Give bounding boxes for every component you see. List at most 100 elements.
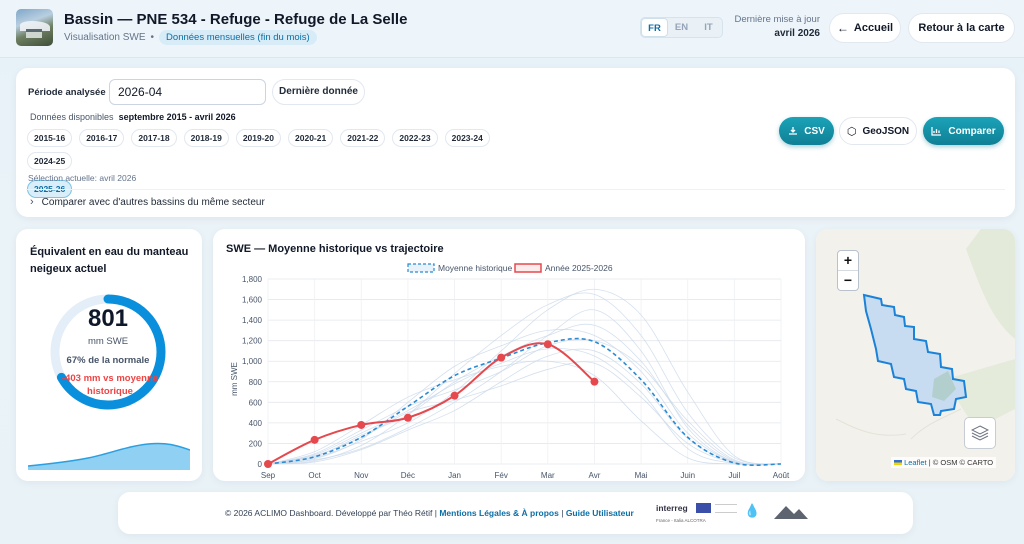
x-tick-label: Mai — [635, 471, 648, 480]
geojson-download-button[interactable]: ⬡ GeoJSON — [839, 117, 917, 145]
zoom-control: + − — [837, 250, 859, 291]
home-button[interactable]: ← Accueil — [829, 13, 901, 43]
x-tick-label: Fév — [495, 471, 508, 480]
app-header: Bassin — PNE 534 - Refuge - Refuge de La… — [0, 0, 1024, 58]
csv-label: CSV — [804, 125, 825, 137]
ukraine-flag-icon — [894, 460, 902, 465]
period-label: Période analysée — [28, 87, 106, 98]
compare-button[interactable]: Comparer — [923, 117, 1004, 145]
last-update-label: Dernière mise à jour — [734, 14, 820, 25]
season-chip[interactable]: 2024-25 — [27, 152, 73, 170]
swe-delta-value: -403 mm vs moyenne — [61, 373, 159, 384]
leaflet-link[interactable]: Leaflet — [904, 458, 927, 467]
swe-value: 801 — [87, 305, 129, 332]
y-tick-label: 1,400 — [242, 316, 263, 325]
arrow-left-icon: ← — [836, 21, 849, 35]
y-tick-label: 1,800 — [242, 275, 263, 284]
legend-swatch-historical — [407, 263, 435, 273]
historical-year-line — [267, 309, 782, 466]
download-icon — [789, 127, 798, 135]
compare-basins-label: Comparer avec d'autres bassins du même s… — [41, 196, 265, 208]
layers-button[interactable] — [964, 417, 996, 449]
y-tick-label: 1,200 — [242, 337, 263, 346]
interreg-logo-sub: France - Italia ALCOTRA — [656, 518, 706, 523]
season-chips: 2015-16 2016-17 2017-18 2018-19 2019-20 … — [27, 129, 537, 198]
geojson-label: GeoJSON — [862, 125, 910, 137]
x-tick-label: Mar — [541, 471, 555, 480]
home-button-label: Accueil — [853, 22, 894, 34]
swe-sparkline — [28, 442, 190, 470]
season-chip[interactable]: 2020-21 — [288, 129, 334, 147]
data-mode-pill: Données mensuelles (fin du mois) — [159, 30, 317, 45]
season-chip[interactable]: 2019-20 — [235, 129, 282, 147]
available-data: Données disponibles septembre 2015 - avr… — [30, 112, 236, 122]
season-chip[interactable]: 2018-19 — [183, 129, 229, 147]
swe-current-card: Équivalent en eau du manteau neigeux act… — [16, 229, 202, 481]
attribution-text: | © OSM © CARTO — [928, 458, 994, 467]
x-tick-label: Avr — [589, 471, 601, 480]
x-tick-label: Juin — [680, 471, 695, 480]
eu-flag-icon — [696, 503, 711, 513]
chart-legend: Moyenne historique Année 2025-2026 — [407, 263, 613, 273]
x-tick-label: Nov — [354, 471, 368, 480]
last-data-button[interactable]: Dernière donnée — [272, 79, 365, 105]
season-chip[interactable]: 2015-16 — [27, 129, 73, 147]
lang-en-button[interactable]: EN — [668, 18, 695, 37]
x-tick-label: Juil — [728, 471, 740, 480]
legend-label-current: Année 2025-2026 — [545, 263, 613, 273]
footer-separator: | — [561, 508, 564, 518]
y-axis-title: mm SWE — [230, 362, 239, 396]
user-guide-link[interactable]: Guide Utilisateur — [566, 508, 634, 518]
current-year-point — [450, 391, 459, 400]
zoom-out-button[interactable]: − — [838, 271, 858, 291]
page-title: Bassin — PNE 534 - Refuge - Refuge de La… — [64, 11, 408, 28]
swe-unit: mm SWE — [87, 336, 129, 347]
current-year-point — [543, 340, 552, 349]
lang-it-button[interactable]: IT — [695, 18, 722, 37]
y-tick-label: 600 — [249, 398, 263, 407]
subtitle-separator: • — [150, 32, 155, 43]
swe-line-chart[interactable]: Moyenne historique Année 2025-2026 mm SW… — [213, 229, 805, 481]
compare-label: Comparer — [948, 125, 996, 137]
period-input[interactable]: 2026-04 — [109, 79, 266, 105]
basin-map[interactable]: + − Leaflet | © OSM © CARTO — [816, 229, 1015, 481]
zoom-in-button[interactable]: + — [838, 251, 858, 271]
legal-link[interactable]: Mentions Légales & À propos — [439, 508, 559, 518]
y-tick-label: 200 — [249, 439, 263, 448]
divider — [26, 189, 1005, 190]
swe-chart-card: SWE — Moyenne historique vs trajectoire … — [213, 229, 805, 481]
season-chip[interactable]: 2021-22 — [340, 129, 386, 147]
footer: © 2026 ACLIMO Dashboard. Développé par T… — [118, 492, 913, 534]
swe-delta: -403 mm vs moyenne historique — [42, 372, 178, 398]
historical-year-line — [267, 288, 782, 465]
language-switcher: FR EN IT — [640, 17, 723, 38]
current-year-point — [264, 460, 272, 468]
season-chip[interactable]: 2017-18 — [131, 129, 177, 147]
historical-year-line — [267, 360, 782, 465]
current-year-point — [590, 377, 599, 386]
back-to-map-button[interactable]: Retour à la carte — [908, 13, 1015, 43]
last-update-value: avril 2026 — [774, 28, 820, 39]
csv-download-button[interactable]: CSV — [779, 117, 834, 145]
season-chip[interactable]: 2016-17 — [79, 129, 125, 147]
y-tick-label: 0 — [258, 460, 263, 469]
season-chip[interactable]: 2023-24 — [444, 129, 490, 147]
compare-basins-toggle[interactable]: › Comparer avec d'autres bassins du même… — [30, 196, 265, 208]
swe-card-title: Équivalent en eau du manteau neigeux act… — [30, 246, 189, 275]
legend-swatch-current — [514, 263, 542, 273]
current-selection: Sélection actuelle: avril 2026 — [28, 173, 137, 183]
layers-icon — [971, 425, 989, 441]
map-attribution: Leaflet | © OSM © CARTO — [891, 457, 997, 468]
drop-logo-icon: 💧 — [744, 503, 761, 518]
current-year-point — [357, 420, 366, 429]
page-subtitle: Visualisation SWE • Données mensuelles (… — [64, 30, 317, 45]
partner-logo — [715, 504, 737, 513]
x-tick-label: Sep — [261, 471, 276, 480]
historical-year-line — [267, 292, 782, 465]
basin-thumbnail — [16, 9, 53, 46]
lang-fr-button[interactable]: FR — [641, 18, 668, 37]
y-tick-label: 1,600 — [242, 296, 263, 305]
chevron-right-icon: › — [30, 196, 34, 208]
season-chip[interactable]: 2022-23 — [392, 129, 438, 147]
x-tick-label: Jan — [448, 471, 461, 480]
